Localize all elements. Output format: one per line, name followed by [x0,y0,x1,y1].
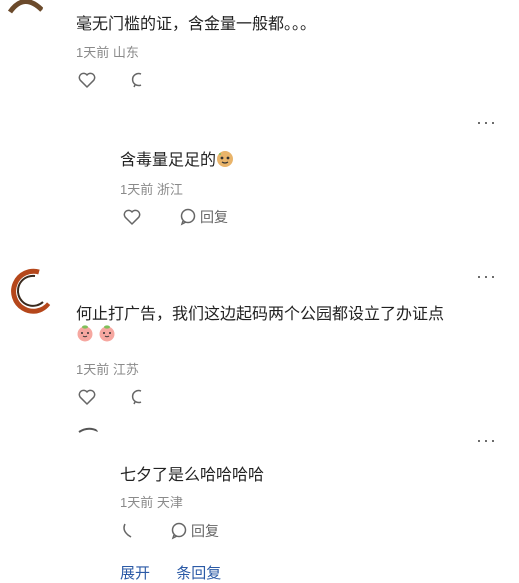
heart-icon [123,209,141,225]
reply-bubble-icon [171,522,187,540]
comment-time: 1天前 [120,182,154,197]
comment-meta: 1天前 山东 [76,42,139,61]
heart-icon [78,389,96,405]
comment-time: 1天前 [76,362,110,377]
comment-time: 1天前 [120,495,154,510]
comment-location: 江苏 [112,362,139,377]
avatar[interactable] [76,426,100,450]
comment-text-span: 毫无门槛的证，含金量一般都。。。 [76,16,317,33]
reply-bubble-icon [180,208,196,226]
emoji-row [76,324,116,344]
reply-button[interactable]: 回复 [170,521,219,541]
comment-location: 天津 [156,495,183,510]
comment-text: 含毒量足足的 [120,146,234,170]
comment-meta: 1天前 天津 [120,492,183,511]
peach-face-emoji [77,325,93,342]
reply-label: 回复 [191,523,219,539]
expand-replies-button[interactable]: 展开 条回复 [120,562,221,583]
comment-text: 何止打广告，我们这边起码两个公园都设立了办证点 [76,300,444,324]
comment-location: 浙江 [156,182,183,197]
comment-text: 毫无门槛的证，含金量一般都。。。 [76,10,316,34]
comment-text: 七夕了是么哈哈哈哈 [120,461,264,485]
more-options-button[interactable]: ··· [476,430,497,451]
comment-text-span: 七夕了是么哈哈哈哈 [120,467,265,484]
comment-location: 山东 [112,45,139,60]
reply-label: 回复 [200,209,228,225]
heart-icon-partial [123,523,132,538]
more-options-button[interactable]: ··· [476,266,497,287]
reply-button[interactable] [131,72,145,88]
reply-button[interactable] [131,389,145,405]
reply-button[interactable]: 回复 [179,207,228,227]
like-button[interactable] [122,522,134,538]
cookie-face-emoji [217,151,234,167]
peach-face-emoji [99,325,115,342]
comment-meta: 1天前 江苏 [76,359,139,378]
comment-meta: 1天前 浙江 [120,179,183,198]
like-button[interactable] [78,389,96,405]
avatar[interactable] [4,0,44,22]
more-options-button[interactable]: ··· [476,112,497,133]
expand-right-label: 条回复 [176,565,222,582]
comment-text-span: 何止打广告，我们这边起码两个公园都设立了办证点 [76,306,445,323]
comment-time: 1天前 [76,45,110,60]
comment-text-span: 含毒量足足的 [120,152,217,169]
like-button[interactable] [123,209,141,225]
reply-bubble-icon [131,72,142,88]
avatar[interactable] [9,268,55,314]
like-button[interactable] [78,72,96,88]
heart-icon [78,72,96,88]
expand-left-label: 展开 [120,565,151,582]
reply-bubble-icon [131,389,142,405]
